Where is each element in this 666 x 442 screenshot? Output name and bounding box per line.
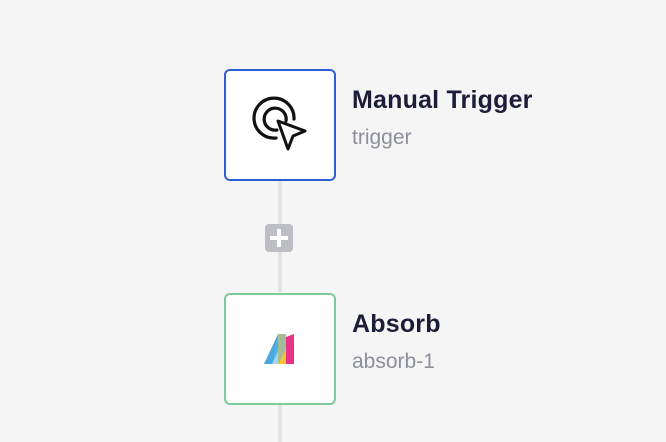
step-connector <box>278 180 282 224</box>
step-title: Manual Trigger <box>352 86 533 114</box>
step-title: Absorb <box>352 310 441 338</box>
add-step-button[interactable] <box>265 224 293 252</box>
step-node-manual-trigger[interactable] <box>224 69 336 181</box>
step-subtitle: trigger <box>352 126 412 149</box>
step-subtitle: absorb-1 <box>352 350 435 373</box>
plus-icon <box>270 229 288 247</box>
workflow-canvas: Manual Trigger trigger Absorb absorb-1 <box>0 0 666 442</box>
step-connector <box>278 252 282 292</box>
step-node-absorb[interactable] <box>224 293 336 405</box>
step-connector <box>278 404 282 442</box>
absorb-logo-icon <box>264 334 294 364</box>
cursor-click-icon <box>252 96 307 151</box>
